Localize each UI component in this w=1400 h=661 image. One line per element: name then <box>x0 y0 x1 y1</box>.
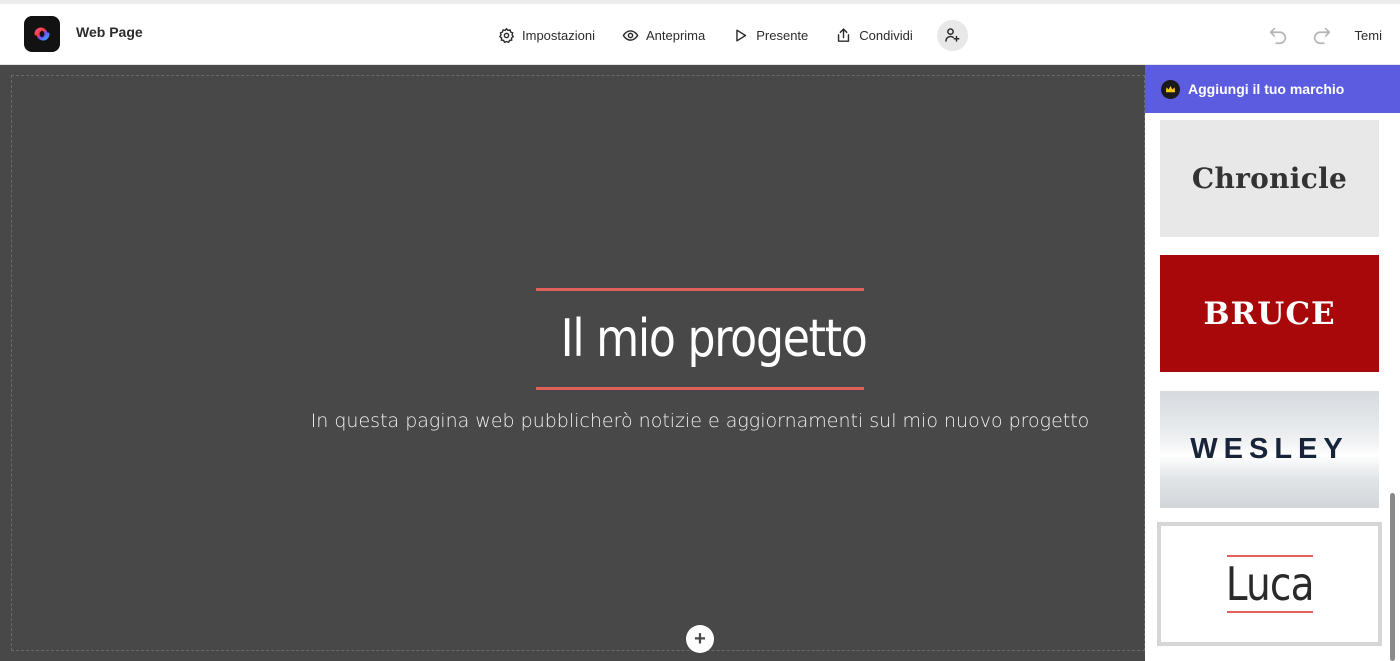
luca-bottom-rule <box>1226 611 1313 613</box>
app-logo-icon[interactable] <box>24 16 60 52</box>
plus-icon: + <box>694 628 706 650</box>
add-brand-label: Aggiungi il tuo marchio <box>1188 81 1345 97</box>
share-label: Condividi <box>859 27 913 43</box>
redo-button[interactable] <box>1311 24 1333 46</box>
theme-name: BRUCE <box>1203 295 1336 332</box>
invite-button[interactable] <box>936 19 968 51</box>
redo-icon <box>1313 27 1330 45</box>
add-brand-banner[interactable]: Aggiungi il tuo marchio <box>1145 65 1400 113</box>
theme-card-chronicle[interactable]: Chronicle <box>1160 120 1379 237</box>
themes-panel: Aggiungi il tuo marchio Chronicle BRUCE … <box>1145 65 1400 661</box>
right-tools: Temi <box>1267 24 1382 46</box>
document-title: Web Page <box>76 24 143 40</box>
panel-scrollbar[interactable] <box>1390 493 1395 661</box>
theme-name: Chronicle <box>1191 162 1348 195</box>
theme-name: WESLEY <box>1190 433 1349 465</box>
undo-icon <box>1269 27 1286 45</box>
theme-card-luca[interactable]: Luca <box>1157 522 1382 646</box>
add-block-button[interactable]: + <box>686 625 714 653</box>
present-label: Presente <box>756 27 809 43</box>
crown-icon <box>1161 79 1180 99</box>
theme-card-bruce[interactable]: BRUCE <box>1160 255 1379 372</box>
present-button[interactable]: Presente <box>732 27 808 44</box>
eye-icon <box>622 29 639 41</box>
settings-button[interactable]: Impostazioni <box>498 27 595 44</box>
title-bottom-rule <box>536 387 864 390</box>
share-button[interactable]: Condividi <box>835 27 913 44</box>
add-person-icon <box>945 28 960 42</box>
toolbar-actions: Impostazioni Anteprima Presente Condivid… <box>498 18 968 52</box>
hero-title-block[interactable]: Il mio progetto <box>536 288 868 390</box>
gear-icon <box>498 27 515 43</box>
share-icon <box>838 27 850 42</box>
editor-canvas[interactable]: Il mio progetto In questa pagina web pub… <box>0 65 1145 661</box>
play-icon <box>736 28 747 42</box>
theme-card-wesley[interactable]: WESLEY <box>1160 391 1379 508</box>
undo-button[interactable] <box>1267 24 1289 46</box>
preview-button[interactable]: Anteprima <box>622 27 705 44</box>
settings-label: Impostazioni <box>522 27 595 43</box>
theme-name: Luca <box>1225 557 1315 611</box>
top-toolbar: Web Page Impostazioni Anteprima Presente… <box>0 0 1400 65</box>
themes-button[interactable]: Temi <box>1355 28 1382 43</box>
page-title[interactable]: Il mio progetto <box>561 291 868 387</box>
preview-label: Anteprima <box>645 27 706 43</box>
page-subtitle[interactable]: In questa pagina web pubblicherò notizie… <box>300 410 1100 432</box>
app-window: Web Page Impostazioni Anteprima Presente… <box>0 0 1400 661</box>
